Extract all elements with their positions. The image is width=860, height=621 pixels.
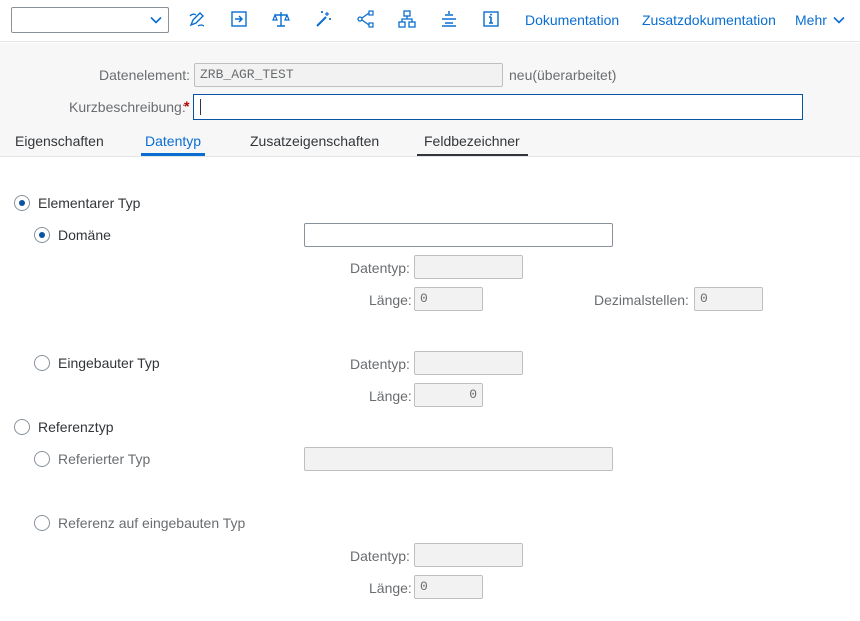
status-text: neu(überarbeitet) (509, 67, 617, 83)
hierarchy-icon[interactable] (397, 9, 417, 29)
ref-length-field: 0 (414, 575, 483, 599)
tree-align-icon[interactable] (439, 9, 459, 29)
domain-datatype-label: Datentyp: (350, 260, 410, 276)
domain-label: Domäne (58, 227, 111, 243)
short-description-input[interactable] (193, 94, 803, 120)
referenced-type-radio[interactable] (34, 451, 50, 467)
domain-length-label: Länge: (369, 292, 412, 308)
data-element-field: ZRB_AGR_TEST (194, 63, 503, 87)
activate-icon[interactable] (229, 9, 249, 29)
display-change-icon[interactable] (187, 9, 207, 29)
ref-datatype-field (414, 543, 523, 567)
ref-builtin-label: Referenz auf eingebauten Typ (58, 515, 246, 531)
elementary-type-label: Elementarer Typ (38, 195, 141, 211)
info-icon[interactable] (481, 9, 501, 29)
ref-datatype-label: Datentyp: (350, 548, 410, 564)
toolbar: Dokumentation Zusatzdokumentation Mehr (0, 0, 860, 42)
data-element-label: Datenelement: (99, 67, 191, 83)
additional-documentation-link[interactable]: Zusatzdokumentation (642, 12, 776, 28)
tab-datentyp[interactable]: Datentyp (145, 133, 201, 149)
balance-check-icon[interactable] (271, 9, 291, 29)
domain-input[interactable] (304, 223, 613, 247)
magic-wand-icon[interactable] (313, 9, 333, 29)
more-menu-button[interactable]: Mehr (795, 12, 827, 28)
tab-eigenschaften[interactable]: Eigenschaften (15, 133, 104, 149)
chevron-down-icon (833, 16, 845, 24)
decimals-field: 0 (694, 287, 763, 311)
where-used-icon[interactable] (355, 9, 375, 29)
decimals-label: Dezimalstellen: (594, 292, 689, 308)
builtin-length-field: 0 (414, 383, 483, 407)
chevron-down-icon (150, 16, 162, 24)
builtin-datatype-label: Datentyp: (350, 356, 410, 372)
required-marker: * (184, 98, 190, 114)
builtin-type-label: Eingebauter Typ (58, 355, 160, 371)
domain-radio[interactable] (34, 227, 50, 243)
referenced-type-field (304, 447, 613, 471)
tab-zusatzeigenschaften[interactable]: Zusatzeigenschaften (250, 133, 379, 149)
reference-type-label: Referenztyp (38, 419, 114, 435)
ref-builtin-radio[interactable] (34, 515, 50, 531)
text-caret (200, 99, 201, 115)
builtin-datatype-field (414, 351, 523, 375)
documentation-link[interactable]: Dokumentation (525, 12, 619, 28)
referenced-type-label: Referierter Typ (58, 451, 151, 467)
domain-datatype-field (414, 255, 523, 279)
command-field-dropdown[interactable] (11, 7, 169, 33)
ref-length-label: Länge: (369, 580, 412, 596)
short-description-label: Kurzbeschreibung: (69, 99, 186, 115)
elementary-type-radio[interactable] (14, 195, 30, 211)
builtin-type-radio[interactable] (34, 355, 50, 371)
builtin-length-label: Länge: (369, 388, 412, 404)
domain-length-field: 0 (414, 287, 483, 311)
reference-type-radio[interactable] (14, 419, 30, 435)
tab-feldbezeichner[interactable]: Feldbezeichner (424, 133, 520, 149)
tab-divider (0, 156, 860, 157)
